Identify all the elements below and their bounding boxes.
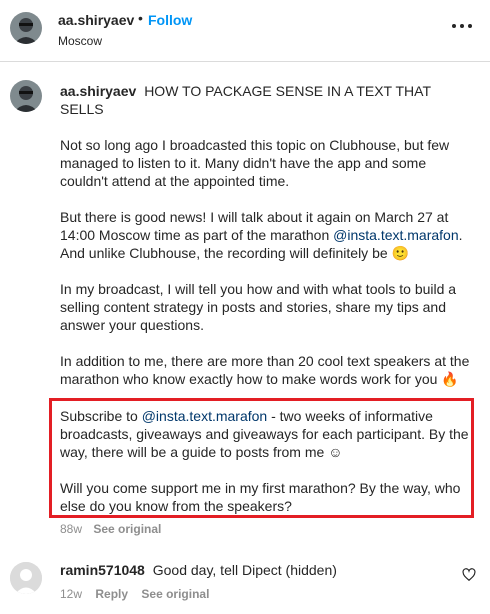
heart-icon[interactable] (462, 568, 476, 582)
smile-emoji: 🙂 (391, 245, 409, 261)
header-separator: • (138, 10, 143, 26)
see-original-button[interactable]: See original (93, 522, 161, 536)
reply-button[interactable]: Reply (95, 587, 128, 601)
author-avatar[interactable] (10, 12, 42, 44)
caption-paragraph: Subscribe to @insta.text.marafon - two w… (60, 408, 469, 460)
caption-paragraph: Not so long ago I broadcasted this topic… (60, 137, 450, 189)
caption-author-avatar[interactable] (10, 80, 42, 112)
post-caption: aa.shiryaev HOW TO PACKAGE SENSE IN A TE… (60, 82, 470, 406)
caption-paragraph: In addition to me, there are more than 2… (60, 353, 470, 387)
fire-emoji: 🔥 (441, 371, 459, 387)
caption-paragraph: Will you come support me in my first mar… (60, 480, 461, 514)
comment-meta: 12w Reply See original (60, 587, 219, 601)
caption-username[interactable]: aa.shiryaev (60, 83, 136, 99)
author-username[interactable]: aa.shiryaev (58, 12, 134, 28)
mention-link[interactable]: @insta.text.marafon (333, 227, 459, 243)
highlighted-caption: Subscribe to @insta.text.marafon - two w… (60, 407, 470, 533)
post-header: aa.shiryaev • Follow Moscow (0, 0, 490, 62)
follow-button[interactable]: Follow (148, 12, 192, 28)
comment: ramin571048 Good day, tell Dipect (hidde… (60, 562, 337, 578)
caption-first-paragraph: aa.shiryaev HOW TO PACKAGE SENSE IN A TE… (60, 82, 470, 118)
post-location[interactable]: Moscow (58, 34, 102, 48)
commenter-username[interactable]: ramin571048 (60, 562, 145, 578)
comment-body: Good day, tell Dipect (hidden) (152, 562, 337, 578)
more-options-icon[interactable] (452, 16, 472, 36)
comment-age: 12w (60, 587, 83, 601)
caption-paragraph: In my broadcast, I will tell you how and… (60, 281, 457, 333)
commenter-avatar[interactable] (10, 562, 42, 594)
see-original-button[interactable]: See original (141, 587, 209, 601)
caption-paragraph: But there is good news! I will talk abou… (60, 209, 463, 261)
mention-link[interactable]: @insta.text.marafon (142, 408, 268, 424)
caption-meta: 88w See original (60, 522, 161, 536)
caption-age: 88w (60, 522, 83, 536)
